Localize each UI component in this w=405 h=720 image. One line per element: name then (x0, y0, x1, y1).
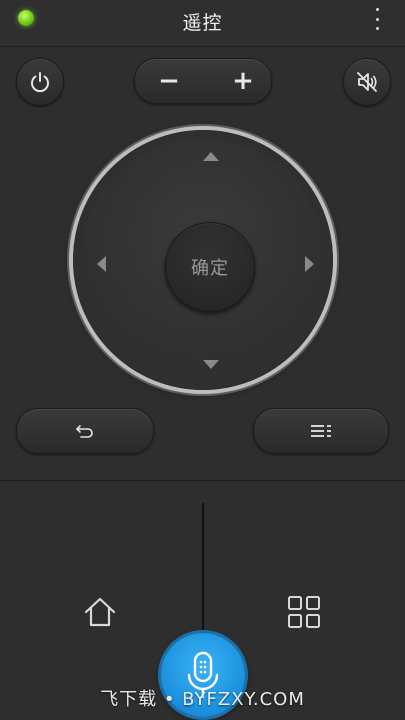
back-icon (76, 425, 93, 438)
power-button[interactable] (16, 58, 64, 106)
menu-button[interactable] (253, 408, 389, 454)
ok-button[interactable]: 确定 (165, 222, 255, 312)
arrow-down-icon[interactable] (203, 360, 219, 369)
apps-icon (288, 596, 320, 628)
arrow-left-icon[interactable] (97, 256, 106, 272)
direction-pad-surface: 确定 (81, 138, 325, 382)
volume-up-button[interactable]: + (213, 59, 273, 103)
watermark-text: 飞下载 • BYFZXY.COM (100, 689, 305, 710)
volume-control: − + (134, 58, 272, 104)
home-button[interactable] (80, 592, 120, 632)
arrow-right-icon[interactable] (305, 256, 314, 272)
header-bar: 遥控 (0, 0, 405, 47)
more-options-icon[interactable] (375, 8, 379, 30)
home-icon (84, 597, 116, 627)
volume-down-button[interactable]: − (139, 59, 199, 103)
page-title: 遥控 (182, 12, 223, 34)
arrow-up-icon[interactable] (203, 152, 219, 161)
direction-pad: 确定 (73, 130, 333, 390)
apps-button[interactable] (284, 592, 324, 632)
mute-icon (357, 72, 377, 92)
back-button[interactable] (16, 408, 154, 454)
power-icon (31, 72, 49, 93)
menu-icon (311, 425, 331, 437)
bottom-divider (202, 503, 204, 653)
section-divider (0, 480, 405, 481)
mute-button[interactable] (343, 58, 391, 106)
